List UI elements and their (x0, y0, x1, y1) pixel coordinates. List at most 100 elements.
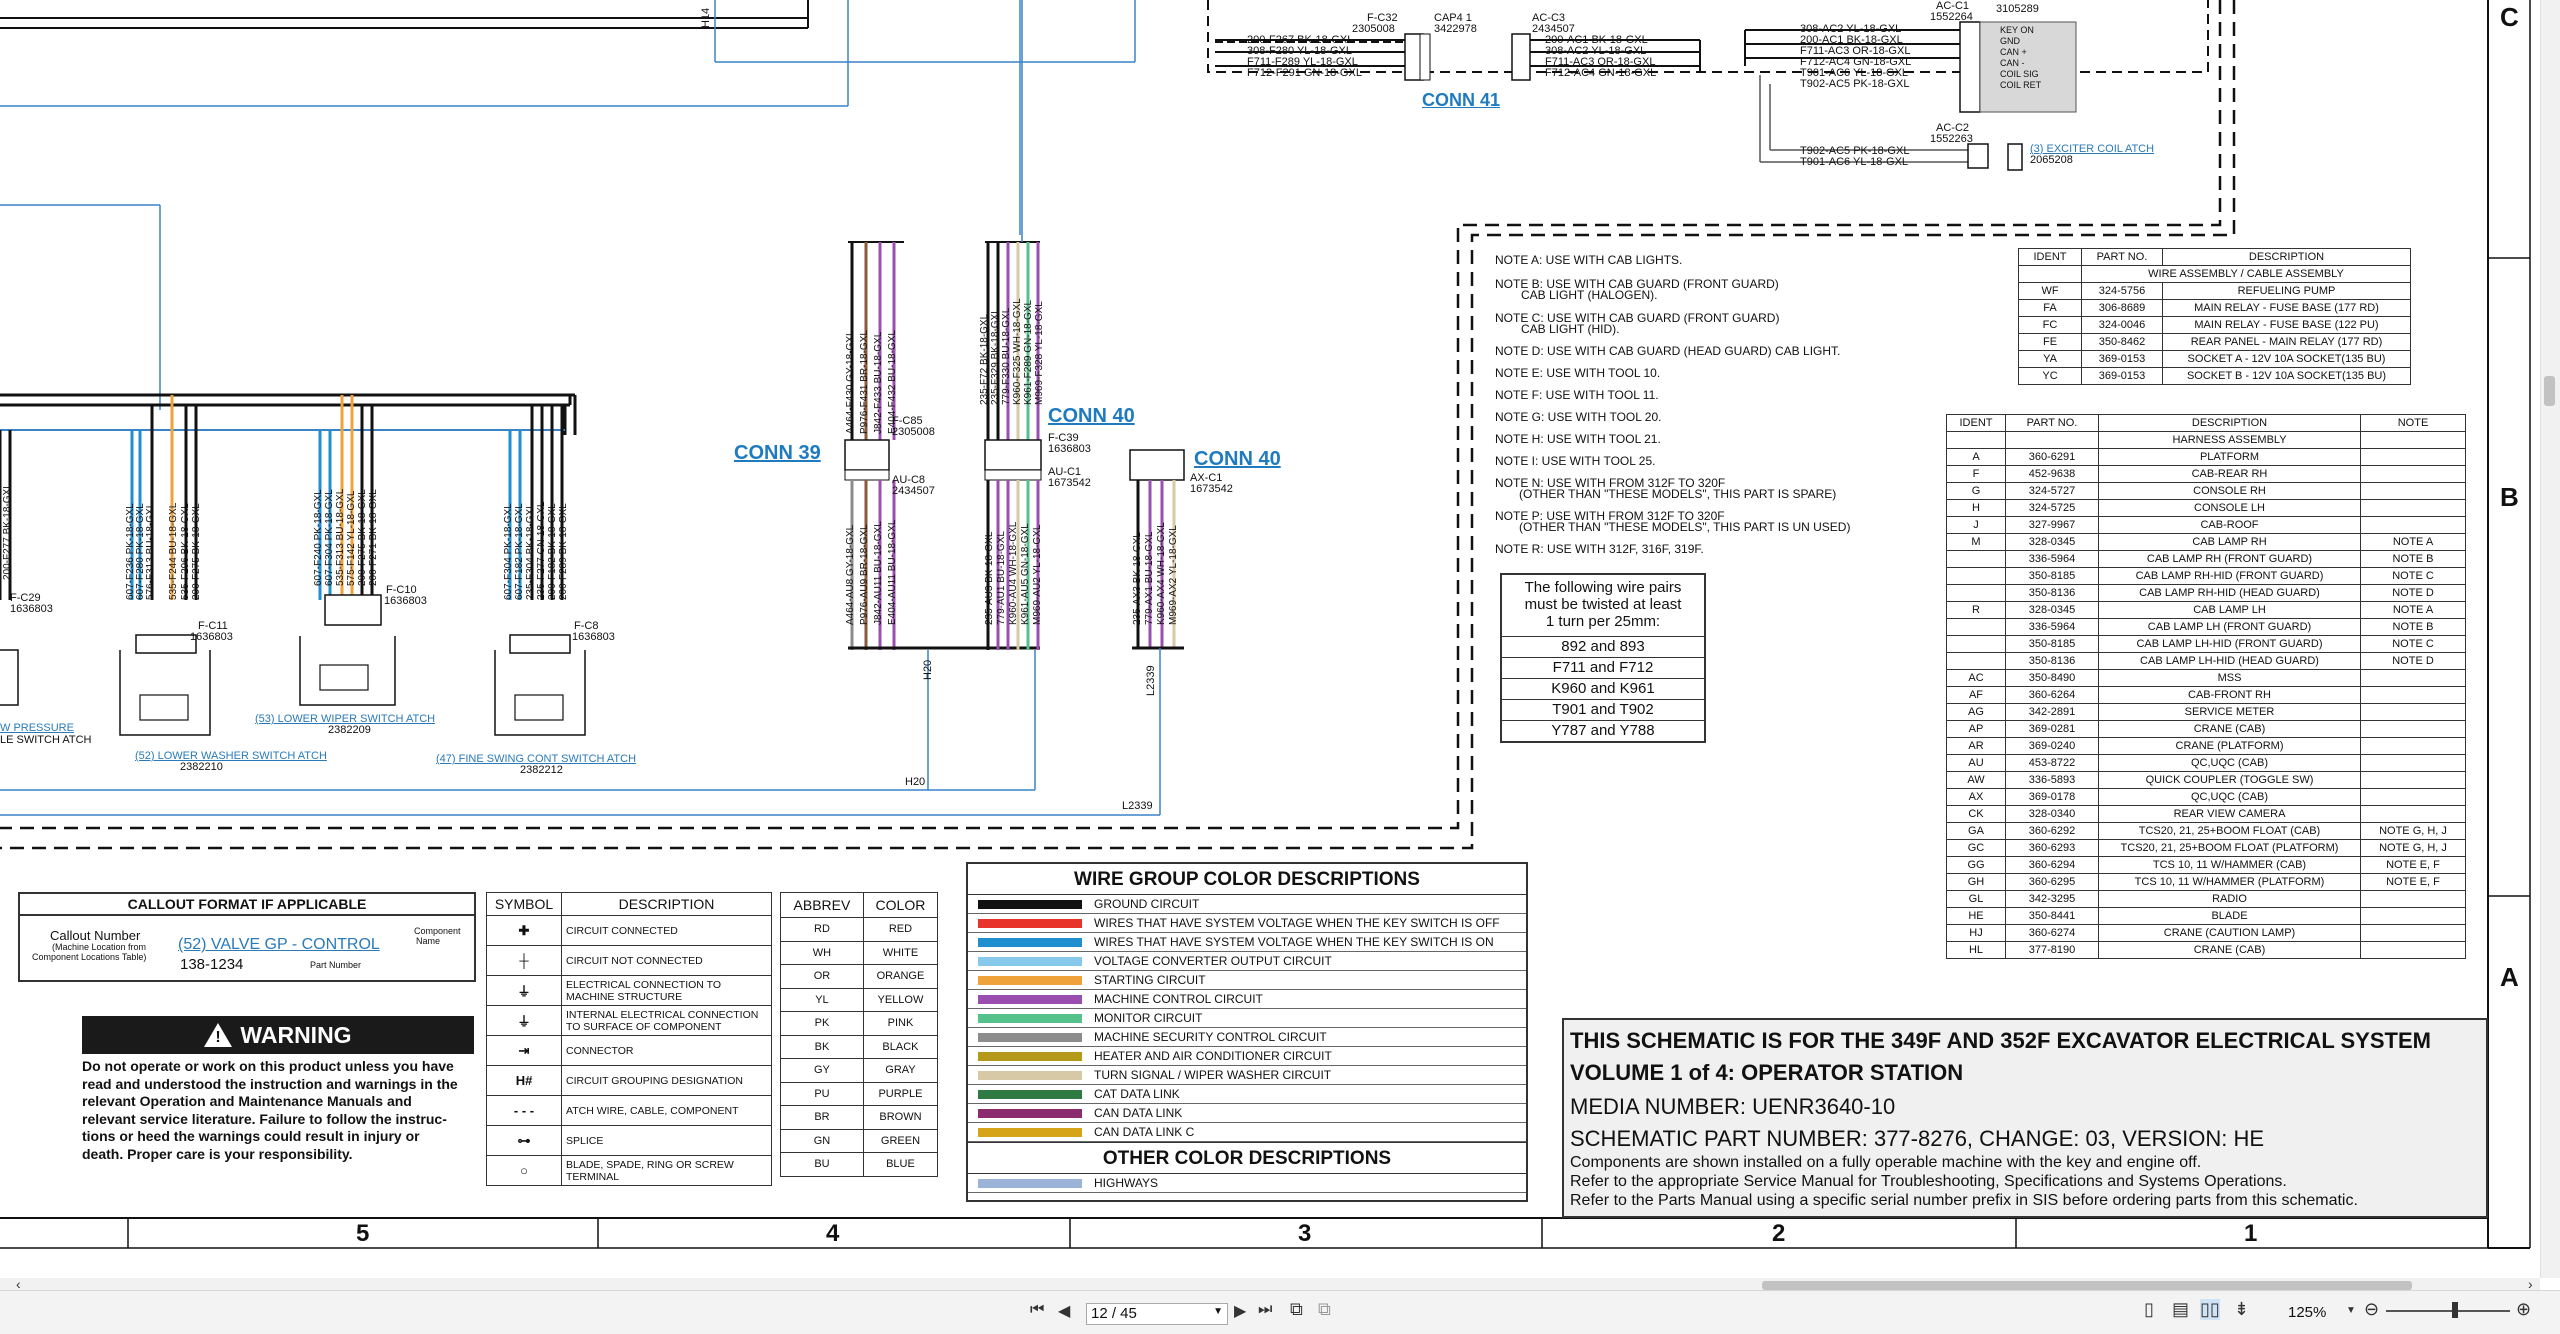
wire-label: M969-F328 YL-18-GXL (1034, 301, 1045, 405)
title-info: Refer to the Parts Manual using a specif… (1570, 1192, 2358, 1209)
zoom-dropdown-icon[interactable]: ▼ (2346, 1305, 2356, 1316)
table-cell: 324-5756 (2081, 282, 2163, 300)
wire-group-body: GROUND CIRCUIT WIRES THAT HAVE SYSTEM VOL… (968, 895, 1526, 1142)
zoom-slider-handle[interactable] (2452, 1302, 2458, 1318)
wire-label: J842-AU11 BU-18-GXL (873, 521, 884, 625)
color-swatch (978, 1178, 1082, 1188)
other-color-title: OTHER COLOR DESCRIPTIONS (968, 1142, 1526, 1174)
prev-page-icon[interactable]: ◀ (1058, 1301, 1070, 1321)
zoom-in-icon[interactable]: ⊕ (2516, 1299, 2531, 1320)
wire-label: 779-F330 BU-18-GXL (1001, 307, 1012, 405)
wire-label: 200-F275 BK-18-GXL (191, 503, 202, 600)
single-page-icon[interactable]: ▯ (2144, 1299, 2154, 1320)
table-row: GC 360-6293 TCS20, 21, 25+BOOM FLOAT (PLAT… (1946, 839, 2466, 857)
wire-group-row: HEATER AND AIR CONDITIONER CIRCUIT (968, 1047, 1526, 1066)
vertical-scroll-thumb[interactable] (2544, 376, 2555, 406)
last-page-icon[interactable]: ⏭ (1258, 1301, 1272, 1319)
next-page-icon[interactable]: ▶ (1234, 1301, 1246, 1321)
symbol-cell: ○ (486, 1155, 562, 1186)
acc1-pin: COIL SIG (2000, 69, 2039, 79)
callout-box: CALLOUT FORMAT IF APPLICABLE Callout Num… (18, 892, 476, 982)
table-cell: GA (1946, 822, 2006, 840)
table-cell: CRANE (CAB) (2098, 720, 2361, 738)
callout-example-link[interactable]: (52) VALVE GP - CONTROL (178, 936, 380, 954)
page-number-input[interactable]: 12 / 45 ▼ (1086, 1303, 1228, 1325)
table-row: AG 342-2891 SERVICE METER (1946, 703, 2466, 721)
table-cell: NOTE E, F (2360, 873, 2466, 891)
wire-label: E404-AU11 BU-18-GXL (887, 519, 898, 625)
zone-label-a: A (2500, 962, 2519, 992)
table-row: ✚ CIRCUIT CONNECTED (486, 915, 772, 946)
table-header-row: IDENT PART NO. DESCRIPTION NOTE (1946, 414, 2466, 432)
twisted-pair: K960 and K961 (1502, 678, 1704, 699)
table-header: NOTE (2360, 414, 2466, 432)
wire-group-row: CAN DATA LINK C (968, 1123, 1526, 1142)
two-page-icon[interactable]: ▯▯ (2200, 1299, 2220, 1320)
copy-view-icon[interactable]: ⧉ (1290, 1299, 1303, 1320)
table-cell: CAB LAMP RH-HID (FRONT GUARD) (2098, 567, 2361, 585)
fc8-part: 1636803 (572, 631, 615, 643)
zoom-out-icon[interactable]: ⊖ (2364, 1299, 2379, 1320)
conn40-link[interactable]: CONN 40 (1048, 405, 1135, 428)
table-row: ⊶ SPLICE (486, 1125, 772, 1156)
lower-washer-switch-link[interactable]: (52) LOWER WASHER SWITCH ATCH (135, 750, 327, 762)
table-row: AU 453-8722 QC,UQC (CAB) (1946, 754, 2466, 772)
table-row: AC 350-8490 MSS (1946, 669, 2466, 687)
table-cell: SOCKET A - 12V 10A SOCKET(135 BU) (2162, 350, 2411, 368)
wire-group-row: CAN DATA LINK (968, 1104, 1526, 1123)
wire-group-label: CAN DATA LINK (1094, 1106, 1183, 1120)
wire-group-label: VOLTAGE CONVERTER OUTPUT CIRCUIT (1094, 954, 1332, 968)
table-row: RD RED (780, 917, 939, 942)
table-row: 336-5964 CAB LAMP RH (FRONT GUARD) NOTE B (1946, 550, 2466, 568)
note-line: CAB LIGHT (HID). (1521, 322, 1620, 336)
table-cell: AP (1946, 720, 2006, 738)
conn39-link[interactable]: CONN 39 (734, 442, 821, 465)
split-view-icon[interactable]: ⧉ (1318, 1299, 1331, 1320)
wire-group-row: MACHINE SECURITY CONTROL CIRCUIT (968, 1028, 1526, 1047)
table-row: AR 369-0240 CRANE (PLATFORM) (1946, 737, 2466, 755)
two-page-continuous-icon[interactable]: ⇟ (2234, 1299, 2249, 1320)
table-cell: 328-0345 (2005, 601, 2099, 619)
table-cell: R (1946, 601, 2006, 619)
zoom-level[interactable]: 125% (2288, 1304, 2326, 1321)
table-cell (2360, 924, 2466, 942)
twisted-pair: Y787 and Y788 (1502, 720, 1704, 741)
wire-group-row: STARTING CIRCUIT (968, 971, 1526, 990)
vertical-scrollbar[interactable] (2540, 0, 2560, 1278)
zoom-slider[interactable] (2386, 1310, 2510, 1312)
fc11-part: 1636803 (190, 631, 233, 643)
continuous-page-icon[interactable]: ▤ (2172, 1299, 2189, 1320)
wire-label: P976-AU9 BR-18-GXL (859, 524, 870, 625)
horizontal-scroll-thumb[interactable] (1762, 1281, 2412, 1290)
table-cell: 369-0153 (2081, 350, 2163, 368)
table-cell: GL (1946, 890, 2006, 908)
color-swatch (978, 1108, 1082, 1118)
page-dropdown-icon[interactable]: ▼ (1213, 1306, 1223, 1317)
table-cell: BLUE (862, 1152, 939, 1177)
callout-component-name: Component (414, 926, 461, 936)
table-cell: WHITE (862, 940, 939, 965)
table-cell: NOTE G, H, J (2360, 822, 2466, 840)
table-cell: WH (780, 940, 864, 965)
table-cell: 350-8136 (2005, 652, 2099, 670)
symbol-cell: ⏚ (486, 975, 562, 1006)
pressure-switch-link[interactable]: W PRESSURE (0, 722, 74, 734)
wire-assembly-body: WF 324-5756 REFUELING PUMP FA 306-8689 MAIN R… (2018, 282, 2411, 385)
wire-group-label: HIGHWAYS (1094, 1176, 1159, 1190)
table-row: - - - ATCH WIRE, CABLE, COMPONENT (486, 1095, 772, 1126)
table-cell: GY (780, 1058, 864, 1083)
first-page-icon[interactable]: ⏮ (1030, 1301, 1044, 1319)
table-cell: 336-5964 (2005, 618, 2099, 636)
conn41-link[interactable]: CONN 41 (1422, 90, 1500, 111)
table-row: 350-8185 CAB LAMP LH-HID (FRONT GUARD) NOT… (1946, 635, 2466, 653)
wire-group-row: WIRES THAT HAVE SYSTEM VOLTAGE WHEN THE … (968, 933, 1526, 952)
wire-label: 235-F277 GN-18-GXL (536, 501, 547, 600)
table-row: ┼ CIRCUIT NOT CONNECTED (486, 945, 772, 976)
table-cell: NOTE E, F (2360, 856, 2466, 874)
table-header: DESCRIPTION (2162, 248, 2411, 266)
wire-group-row: WIRES THAT HAVE SYSTEM VOLTAGE WHEN THE … (968, 914, 1526, 933)
table-row: GL 342-3295 RADIO (1946, 890, 2466, 908)
table-cell: AR (1946, 737, 2006, 755)
conn40-link-second[interactable]: CONN 40 (1194, 448, 1281, 471)
wire-label: 576-F313 BU-18-GXL (145, 502, 156, 600)
